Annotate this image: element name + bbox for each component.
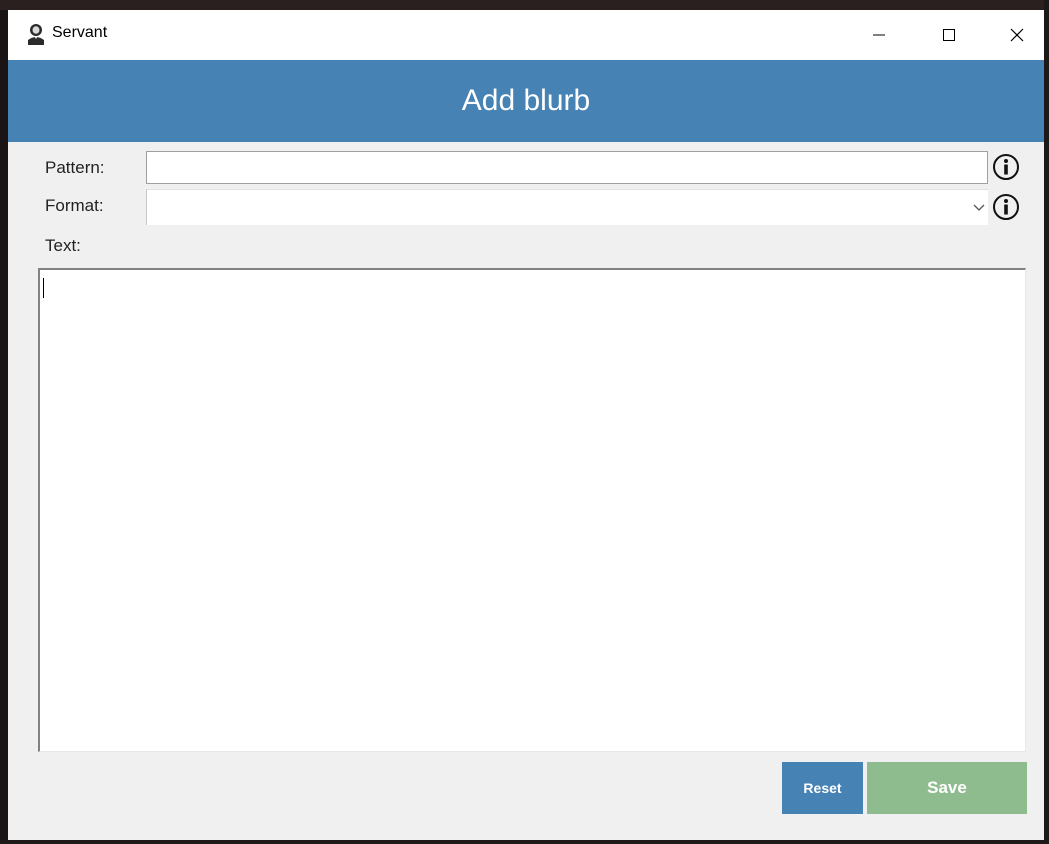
maximize-button[interactable] xyxy=(926,10,972,60)
person-icon xyxy=(28,24,44,45)
desktop-background xyxy=(0,0,1049,10)
title-bar[interactable]: Servant xyxy=(8,10,1044,60)
text-label: Text: xyxy=(45,236,81,255)
close-icon xyxy=(1010,28,1024,42)
minimize-button[interactable] xyxy=(856,10,902,60)
desktop-edge-right xyxy=(1044,0,1049,844)
save-button[interactable]: Save xyxy=(867,762,1027,814)
app-window: Servant Add blurb Pattern: Format: Text: xyxy=(8,10,1044,840)
minimize-icon xyxy=(873,34,885,36)
close-button[interactable] xyxy=(994,10,1040,60)
format-info-icon[interactable] xyxy=(992,193,1020,221)
desktop-edge-bottom xyxy=(0,840,1049,844)
header-banner: Add blurb xyxy=(8,60,1044,142)
text-editor[interactable] xyxy=(38,268,1026,752)
text-caret xyxy=(43,278,44,298)
page-title: Add blurb xyxy=(461,84,591,117)
pattern-label: Pattern: xyxy=(45,158,105,177)
format-dropdown[interactable] xyxy=(146,189,988,225)
window-title: Servant xyxy=(52,24,108,41)
pattern-info-icon[interactable] xyxy=(992,153,1020,181)
format-label: Format: xyxy=(45,196,104,215)
maximize-icon xyxy=(943,29,955,41)
chevron-down-icon xyxy=(973,204,985,211)
pattern-input[interactable] xyxy=(146,151,988,184)
reset-button[interactable]: Reset xyxy=(782,762,863,814)
